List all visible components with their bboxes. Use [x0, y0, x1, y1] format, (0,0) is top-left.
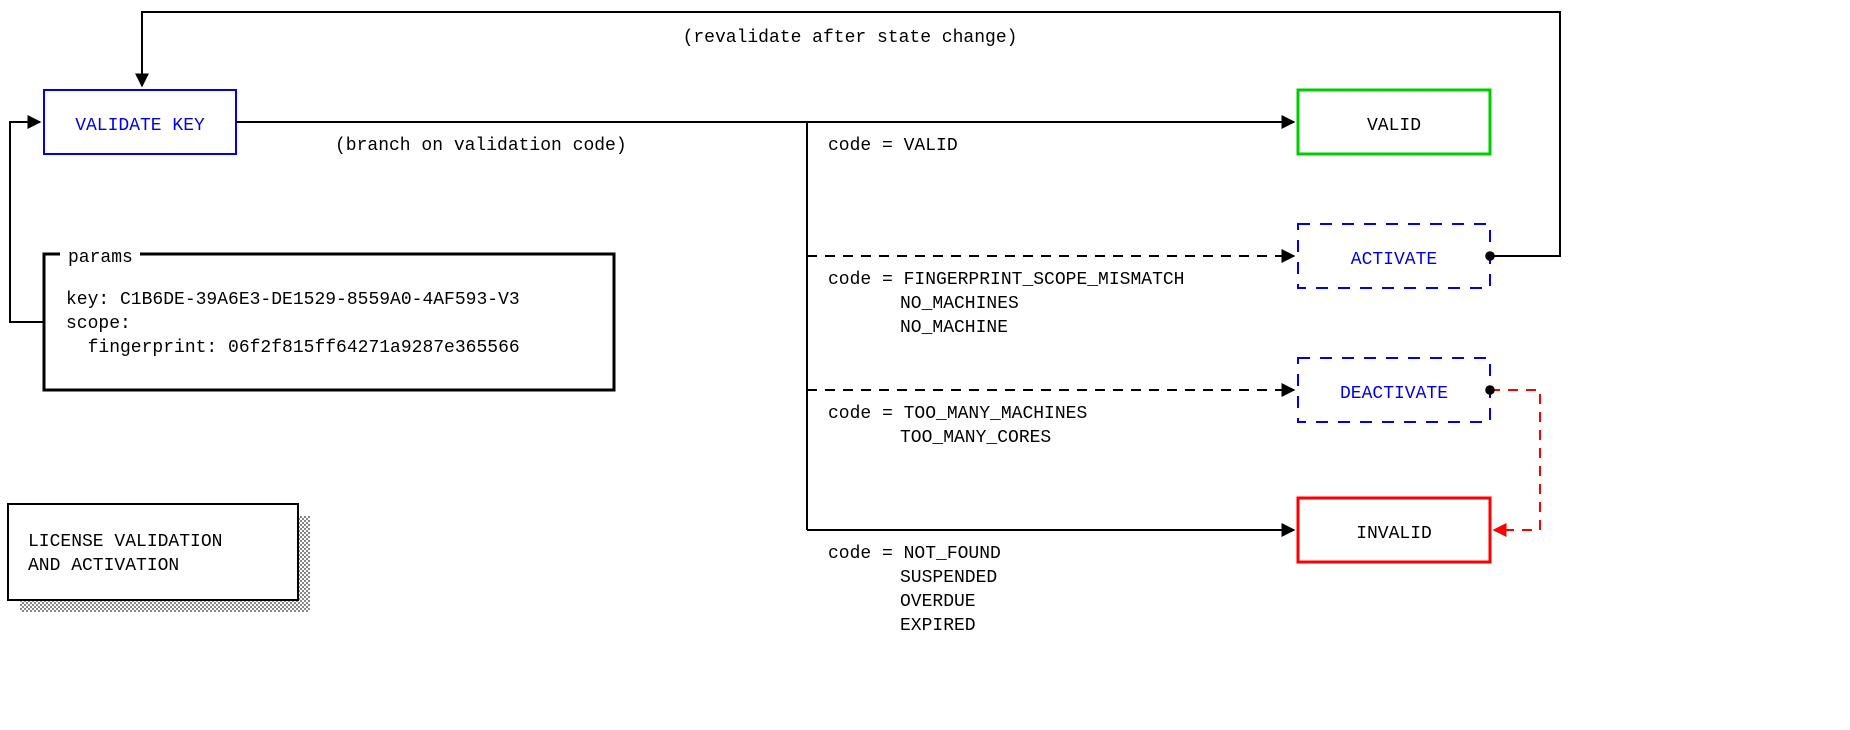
valid-label: VALID — [1367, 116, 1421, 136]
invalid-label: INVALID — [1356, 524, 1432, 544]
activate-code-line-0: code = FINGERPRINT_SCOPE_MISMATCH — [828, 270, 1184, 290]
activate-code-line-1: NO_MACHINES — [900, 294, 1019, 314]
valid-box: VALID — [1298, 90, 1490, 154]
activate-code-line-2: NO_MACHINE — [900, 318, 1008, 338]
params-fingerprint: fingerprint: 06f2f815ff64271a9287e365566 — [66, 338, 520, 358]
edge-params-to-validate — [10, 122, 44, 322]
activate-box: ACTIVATE — [1298, 224, 1490, 288]
edge-deactivate-to-invalid — [1490, 390, 1540, 530]
params-box: params key: C1B6DE-39A6E3-DE1529-8559A0-… — [44, 244, 614, 390]
params-legend: params — [68, 248, 133, 268]
validate-key-label: VALIDATE KEY — [75, 116, 205, 136]
revalidate-label: (revalidate after state change) — [683, 28, 1018, 48]
params-scope: scope: — [66, 314, 131, 334]
invalid-box: INVALID — [1298, 498, 1490, 562]
params-key: key: C1B6DE-39A6E3-DE1529-8559A0-4AF593-… — [66, 290, 520, 310]
deactivate-label: DEACTIVATE — [1340, 384, 1448, 404]
title-line-2: AND ACTIVATION — [28, 556, 179, 576]
invalid-code-line-3: EXPIRED — [900, 616, 976, 636]
valid-code-label: code = VALID — [828, 136, 958, 156]
title-box: LICENSE VALIDATION AND ACTIVATION — [8, 504, 310, 612]
invalid-code-line-1: SUSPENDED — [900, 568, 997, 588]
title-line-1: LICENSE VALIDATION — [28, 532, 222, 552]
invalid-code-line-2: OVERDUE — [900, 592, 976, 612]
branch-label: (branch on validation code) — [335, 136, 627, 156]
invalid-code-line-0: code = NOT_FOUND — [828, 544, 1001, 564]
validate-key-box: VALIDATE KEY — [44, 90, 236, 154]
deactivate-code-line-1: TOO_MANY_CORES — [900, 428, 1051, 448]
deactivate-box: DEACTIVATE — [1298, 358, 1490, 422]
deactivate-code-line-0: code = TOO_MANY_MACHINES — [828, 404, 1087, 424]
activate-label: ACTIVATE — [1351, 250, 1437, 270]
